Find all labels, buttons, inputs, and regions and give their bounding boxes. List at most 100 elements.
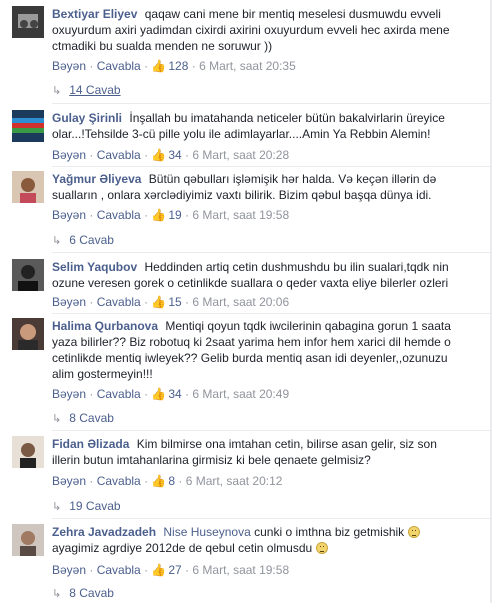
avatar[interactable] (12, 110, 44, 142)
separator: · (140, 295, 152, 309)
divider (52, 252, 492, 253)
comment-time[interactable]: 6 Mart, saat 20:12 (186, 474, 283, 488)
comment-time[interactable]: 6 Mart, saat 19:58 (192, 563, 289, 577)
comment-text-line2: ayagimiz agrdiye 2012de de qebul cetin o… (52, 541, 313, 555)
like-count[interactable]: 128 (168, 59, 188, 73)
thumbs-up-icon[interactable]: 👍 (151, 473, 166, 489)
comment-author[interactable]: Zehra Javadzadeh (52, 525, 156, 539)
avatar[interactable] (12, 318, 44, 350)
separator: · (175, 474, 186, 488)
thumbs-up-icon[interactable]: 👍 (151, 294, 166, 310)
reply-button[interactable]: Cavabla (97, 295, 141, 309)
separator: · (140, 387, 152, 401)
view-replies-link[interactable]: ↳ 8 Cavab (52, 585, 114, 602)
comment-body: Selim Yaqubov Heddinden artiq cetin dush… (52, 259, 468, 291)
divider (52, 430, 492, 431)
replies-count[interactable]: 19 Cavab (69, 499, 120, 513)
view-replies-link[interactable]: ↳ 19 Cavab (52, 498, 121, 515)
like-button[interactable]: Bəyən (52, 59, 86, 73)
comment-author[interactable]: Bextiyar Eliyev (52, 7, 137, 21)
thumbs-up-icon[interactable]: 👍 (151, 562, 166, 578)
reply-button[interactable]: Cavabla (97, 563, 141, 577)
comment-text: cunki o imthna biz getmishik (254, 525, 405, 539)
comment-time[interactable]: 6 Mart, saat 20:49 (192, 387, 289, 401)
view-replies-link[interactable]: ↳ 8 Cavab (52, 410, 114, 427)
comment-time[interactable]: 6 Mart, saat 19:58 (192, 208, 289, 222)
comment-body: Gulay Şirinli İnşallah bu imatahanda net… (52, 110, 468, 142)
reply-button[interactable]: Cavabla (97, 208, 141, 222)
comment-author[interactable]: Selim Yaqubov (52, 260, 137, 274)
avatar[interactable] (12, 259, 44, 291)
reply-button[interactable]: Cavabla (97, 387, 141, 401)
separator: · (86, 295, 97, 309)
thumbs-up-icon[interactable]: 👍 (151, 147, 166, 163)
tagged-user-link[interactable]: Nise Huseynova (163, 525, 250, 539)
like-count[interactable]: 27 (168, 563, 181, 577)
reply-button[interactable]: Cavabla (97, 59, 141, 73)
thumbs-up-icon[interactable]: 👍 (151, 207, 166, 223)
divider (52, 103, 492, 104)
comment-meta: Bəyən · Cavabla · 👍 8 · 6 Mart, saat 20:1… (52, 473, 282, 489)
separator: · (140, 208, 152, 222)
like-count[interactable]: 15 (168, 295, 181, 309)
replies-count[interactable]: 14 Cavab (69, 83, 120, 97)
comment-author[interactable]: Fidan Əlizada (52, 437, 129, 451)
separator: · (140, 148, 152, 162)
smile-emoji-icon (315, 542, 328, 554)
comment-body: Zehra Javadzadeh Nise Huseynova cunki o … (52, 524, 468, 556)
separator: · (140, 59, 152, 73)
replies-count[interactable]: 6 Cavab (69, 233, 114, 247)
like-count[interactable]: 19 (168, 208, 181, 222)
like-button[interactable]: Bəyən (52, 474, 86, 488)
like-button[interactable]: Bəyən (52, 295, 86, 309)
like-button[interactable]: Bəyən (52, 387, 86, 401)
comment-meta: Bəyən · Cavabla · 👍 15 · 6 Mart, saat 20:… (52, 294, 289, 310)
like-count[interactable]: 34 (168, 148, 181, 162)
comment-meta: Bəyən · Cavabla · 👍 34 · 6 Mart, saat 20:… (52, 147, 289, 163)
reply-arrow-icon: ↳ (52, 235, 62, 247)
smile-emoji-icon (407, 526, 420, 538)
separator: · (181, 387, 193, 401)
reply-arrow-icon: ↳ (52, 413, 62, 425)
separator: · (140, 474, 152, 488)
comment-author[interactable]: Yağmur Əliyeva (52, 172, 141, 186)
comment-time[interactable]: 6 Mart, saat 20:35 (199, 59, 296, 73)
separator: · (188, 59, 200, 73)
separator: · (86, 59, 97, 73)
replies-count[interactable]: 8 Cavab (69, 411, 114, 425)
comment-body: Yağmur Əliyeva Bütün qəbulları işləmişik… (52, 171, 468, 203)
replies-count[interactable]: 8 Cavab (69, 586, 114, 600)
divider (52, 518, 492, 519)
avatar[interactable] (12, 524, 44, 556)
reply-button[interactable]: Cavabla (97, 474, 141, 488)
thumbs-up-icon[interactable]: 👍 (151, 386, 166, 402)
comment-time[interactable]: 6 Mart, saat 20:06 (192, 295, 289, 309)
reply-arrow-icon: ↳ (52, 85, 62, 97)
comment-body: Bextiyar Eliyev qaqaw cani mene bir ment… (52, 6, 468, 54)
comment-body: Halima Qurbanova Mentiqi qoyun tqdk iwci… (52, 318, 468, 382)
avatar[interactable] (12, 436, 44, 468)
comment-meta: Bəyən · Cavabla · 👍 128 · 6 Mart, saat 20… (52, 58, 296, 74)
comment-meta: Bəyən · Cavabla · 👍 27 · 6 Mart, saat 19:… (52, 562, 289, 578)
separator: · (140, 563, 152, 577)
divider (52, 166, 492, 167)
comment-author[interactable]: Halima Qurbanova (52, 319, 158, 333)
reply-button[interactable]: Cavabla (97, 148, 141, 162)
like-count[interactable]: 34 (168, 387, 181, 401)
separator: · (181, 563, 193, 577)
thumbs-up-icon[interactable]: 👍 (151, 58, 166, 74)
view-replies-link[interactable]: ↳ 14 Cavab (52, 82, 121, 99)
view-replies-link[interactable]: ↳ 6 Cavab (52, 232, 114, 249)
separator: · (181, 208, 193, 222)
comment-author[interactable]: Gulay Şirinli (52, 111, 122, 125)
comment-meta: Bəyən · Cavabla · 👍 19 · 6 Mart, saat 19:… (52, 207, 289, 223)
like-button[interactable]: Bəyən (52, 563, 86, 577)
like-button[interactable]: Bəyən (52, 148, 86, 162)
avatar[interactable] (12, 171, 44, 203)
comment-body: Fidan Əlizada Kim bilmirse ona imtahan c… (52, 436, 468, 468)
comment-meta: Bəyən · Cavabla · 👍 34 · 6 Mart, saat 20:… (52, 386, 289, 402)
comment-time[interactable]: 6 Mart, saat 20:28 (192, 148, 289, 162)
like-button[interactable]: Bəyən (52, 208, 86, 222)
separator: · (86, 387, 97, 401)
avatar[interactable] (12, 6, 44, 38)
